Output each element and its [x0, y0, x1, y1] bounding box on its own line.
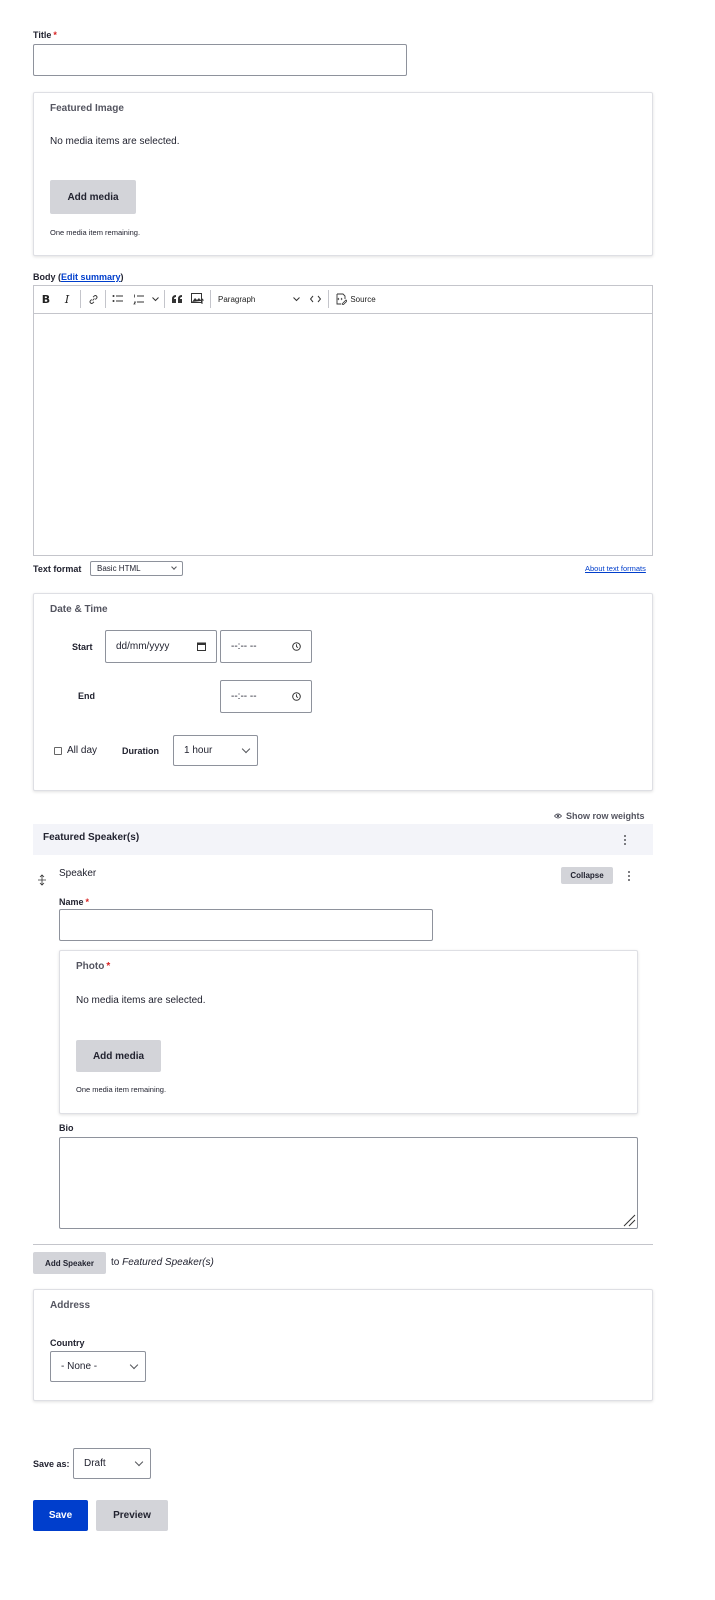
- chevron-down-icon: [134, 1457, 144, 1467]
- save-button[interactable]: Save: [33, 1500, 88, 1531]
- name-label: Name *: [59, 897, 90, 907]
- show-row-weights-label: Show row weights: [566, 811, 645, 821]
- chevron-down-icon: [129, 1360, 139, 1370]
- featured-speakers-header: Featured Speaker(s): [33, 824, 653, 855]
- heading-dropdown[interactable]: Paragraph: [214, 286, 304, 312]
- show-row-weights-button[interactable]: Show row weights: [554, 811, 645, 821]
- toolbar-separator: [210, 290, 211, 308]
- preview-button[interactable]: Preview: [96, 1500, 168, 1531]
- text-format-label: Text format: [33, 564, 82, 574]
- country-value: - None -: [61, 1361, 98, 1372]
- text-format-value: Basic HTML: [97, 564, 141, 573]
- country-select[interactable]: - None -: [50, 1351, 146, 1382]
- all-day-label: All day: [67, 745, 98, 756]
- start-date-input[interactable]: dd/mm/yyyy: [105, 630, 217, 663]
- photo-remaining: One media item remaining.: [76, 1085, 167, 1094]
- date-time-card: Date & Time Start dd/mm/yyyy --:-- -- En…: [33, 593, 653, 791]
- toolbar-separator: [105, 290, 106, 308]
- start-time-placeholder: --:-- --: [231, 641, 257, 652]
- edit-summary-link[interactable]: Edit summary: [61, 272, 121, 282]
- bulleted-list-icon[interactable]: [109, 286, 127, 312]
- name-input[interactable]: [59, 909, 433, 941]
- calendar-icon: [197, 642, 206, 651]
- featured-image-empty-text: No media items are selected.: [50, 136, 180, 147]
- body-label: Body (Edit summary): [33, 272, 124, 282]
- date-time-title: Date & Time: [50, 604, 108, 615]
- end-label: End: [78, 691, 95, 701]
- source-button[interactable]: Source: [332, 286, 380, 312]
- code-icon[interactable]: [306, 286, 324, 312]
- chevron-down-icon: [241, 744, 251, 754]
- photo-card: Photo * No media items are selected. Add …: [59, 950, 638, 1114]
- speaker-item-label: Speaker: [59, 868, 97, 879]
- add-speaker-target: to Featured Speaker(s): [111, 1257, 214, 1268]
- moderation-state-value: Draft: [84, 1458, 106, 1469]
- link-icon[interactable]: [84, 286, 102, 312]
- heading-dropdown-value: Paragraph: [218, 294, 256, 304]
- end-time-placeholder: --:-- --: [231, 691, 257, 702]
- toolbar-separator: [80, 290, 81, 308]
- numbered-list-icon[interactable]: [130, 286, 148, 312]
- source-icon: [336, 293, 348, 305]
- featured-image-card: Featured Image No media items are select…: [33, 92, 653, 256]
- photo-title: Photo *: [76, 961, 111, 972]
- featured-speakers-title: Featured Speaker(s): [43, 832, 140, 843]
- add-speaker-button[interactable]: Add Speaker: [33, 1252, 106, 1274]
- start-time-input[interactable]: --:-- --: [220, 630, 312, 663]
- italic-button[interactable]: I: [58, 286, 76, 312]
- source-label: Source: [350, 294, 376, 304]
- address-title: Address: [50, 1300, 91, 1311]
- divider: [33, 1244, 653, 1245]
- clock-icon: [292, 642, 301, 651]
- start-date-placeholder: dd/mm/yyyy: [116, 641, 170, 652]
- speakers-kebab-menu-icon[interactable]: [619, 832, 631, 847]
- toolbar-separator: [328, 290, 329, 308]
- end-time-input[interactable]: --:-- --: [220, 680, 312, 713]
- list-options-chevron-icon[interactable]: [149, 286, 161, 312]
- collapse-button[interactable]: Collapse: [561, 867, 613, 884]
- featured-image-title: Featured Image: [50, 103, 124, 114]
- bold-button[interactable]: B: [37, 286, 55, 312]
- all-day-checkbox[interactable]: [54, 746, 62, 755]
- address-card: Address Country - None -: [33, 1289, 653, 1401]
- blockquote-icon[interactable]: [168, 286, 186, 312]
- editor-content[interactable]: [34, 314, 652, 555]
- about-text-formats-link[interactable]: About text formats: [585, 564, 646, 573]
- duration-value: 1 hour: [184, 745, 213, 756]
- insert-image-icon[interactable]: [188, 286, 206, 312]
- country-label: Country: [50, 1338, 85, 1348]
- chevron-down-icon: [171, 564, 177, 570]
- all-day-option[interactable]: All day: [54, 745, 97, 756]
- speaker-kebab-menu-icon[interactable]: [623, 868, 635, 883]
- clock-icon: [292, 692, 301, 701]
- title-input[interactable]: [33, 44, 407, 76]
- save-as-label: Save as:: [33, 1459, 70, 1469]
- featured-image-remaining: One media item remaining.: [50, 228, 141, 237]
- eye-icon: [554, 813, 562, 819]
- title-label: Title *: [33, 30, 57, 40]
- text-format-select[interactable]: Basic HTML: [90, 561, 183, 576]
- chevron-down-icon: [293, 296, 300, 301]
- start-label: Start: [72, 642, 93, 652]
- duration-select[interactable]: 1 hour: [173, 735, 258, 766]
- drag-handle-icon[interactable]: [37, 874, 49, 886]
- photo-empty-text: No media items are selected.: [76, 995, 206, 1006]
- featured-image-add-media-button[interactable]: Add media: [50, 180, 136, 214]
- resize-handle-icon[interactable]: [622, 1213, 636, 1227]
- bio-label: Bio: [59, 1123, 74, 1133]
- body-editor: [33, 285, 653, 556]
- bio-textarea[interactable]: [59, 1137, 638, 1229]
- toolbar-separator: [164, 290, 165, 308]
- photo-add-media-button[interactable]: Add media: [76, 1040, 161, 1072]
- duration-label: Duration: [122, 746, 159, 756]
- moderation-state-select[interactable]: Draft: [73, 1448, 151, 1479]
